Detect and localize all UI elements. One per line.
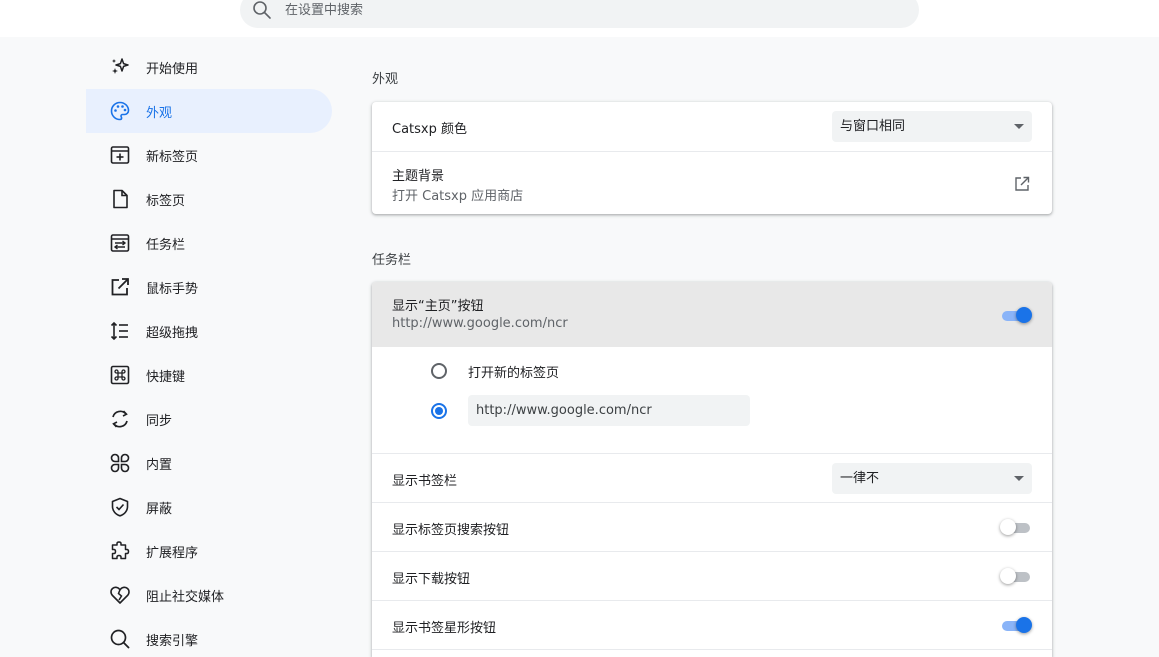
sidebar-item-new-tab-page[interactable]: 新标签页 [86,133,332,177]
shortcut-icon [109,364,131,386]
sidebar-item-label: 鼠标手势 [146,281,199,297]
search-icon [109,628,131,650]
appearance-card: Catsxp 颜色 与窗口相同 主题背景 打开 Catsxp 应用商店 [372,102,1052,214]
bookmarks-bar-select[interactable]: 一律不 [832,463,1032,494]
search-icon [252,0,272,20]
sync-icon [109,408,131,430]
toolbar-card: 显示“主页”按钮 http://www.google.com/ncr 打开新的标… [372,282,1052,657]
sidebar-item-label: 开始使用 [146,61,199,77]
next-row-partial [372,649,1052,657]
appearance-section-title: 外观 [372,72,399,87]
catsxp-color-row: Catsxp 颜色 与窗口相同 [372,102,1052,151]
toolbar-icon [109,232,131,254]
chevron-down-icon [1014,476,1024,481]
sidebar-item-label: 阻止社交媒体 [146,589,225,605]
sidebar-item-mouse-gestures[interactable]: 鼠标手势 [86,265,332,309]
sidebar-item-shortcuts[interactable]: 快捷键 [86,353,332,397]
bookmarks-bar-row: 显示书签栏 一律不 [372,453,1052,502]
sidebar-item-super-drag[interactable]: 超级拖拽 [86,309,332,353]
sidebar-item-label: 任务栏 [146,237,186,253]
sidebar-item-toolbar[interactable]: 任务栏 [86,221,332,265]
top-bar [0,0,1159,37]
radio-custom-url[interactable] [431,403,447,419]
radio-new-tab-label: 打开新的标签页 [468,366,560,381]
home-button-row[interactable]: 显示“主页”按钮 http://www.google.com/ncr [372,282,1052,347]
sidebar-item-label: 扩展程序 [146,545,199,561]
sparkle-icon [109,56,131,78]
tab-search-toggle[interactable] [1000,518,1032,536]
bookmark-star-label: 显示书签星形按钮 [392,621,497,636]
sidebar-item-block-social-media[interactable]: 阻止社交媒体 [86,573,332,617]
radio-new-tab[interactable] [431,363,447,379]
sidebar-item-shields[interactable]: 屏蔽 [86,485,332,529]
open-external-icon[interactable] [1014,176,1030,192]
mouse-gesture-icon [109,276,131,298]
tab-search-row[interactable]: 显示标签页搜索按钮 [372,502,1052,551]
bookmark-star-toggle[interactable] [1000,616,1032,634]
home-url-input[interactable] [468,395,750,426]
theme-sublabel: 打开 Catsxp 应用商店 [392,189,524,204]
sidebar-item-label: 同步 [146,413,173,429]
new-tab-icon [109,144,131,166]
sidebar-item-label: 搜索引擎 [146,633,199,649]
search-input[interactable] [285,0,885,20]
bookmarks-bar-label: 显示书签栏 [392,474,458,489]
sidebar-item-sync[interactable]: 同步 [86,397,332,441]
sidebar-item-appearance[interactable]: 外观 [86,89,332,133]
toolbar-section-title: 任务栏 [372,253,412,268]
sidebar-item-label: 超级拖拽 [146,325,199,341]
settings-sidebar: 开始使用 外观 新标签页 标签页 任务栏 鼠标手势 超级拖拽 快捷键 同步 内置… [86,45,332,657]
bookmark-star-row[interactable]: 显示书签星形按钮 [372,600,1052,649]
settings-search-box[interactable] [240,0,919,28]
sidebar-item-label: 内置 [146,457,173,473]
sidebar-item-label: 屏蔽 [146,501,173,517]
bookmarks-bar-value: 一律不 [840,471,880,486]
sidebar-item-label: 外观 [146,105,173,121]
sidebar-item-extensions[interactable]: 扩展程序 [86,529,332,573]
theme-row[interactable]: 主题背景 打开 Catsxp 应用商店 [372,151,1052,214]
catsxp-color-label: Catsxp 颜色 [392,122,467,137]
sidebar-item-builtin[interactable]: 内置 [86,441,332,485]
sidebar-item-label: 新标签页 [146,149,199,165]
sidebar-item-get-started[interactable]: 开始使用 [86,45,332,89]
builtin-icon [109,452,131,474]
palette-icon [109,100,131,122]
download-button-row[interactable]: 显示下载按钮 [372,551,1052,600]
extension-icon [109,540,131,562]
tab-search-label: 显示标签页搜索按钮 [392,523,510,538]
sidebar-item-tabs[interactable]: 标签页 [86,177,332,221]
broken-heart-icon [109,584,131,606]
super-drag-icon [109,320,131,342]
home-button-toggle[interactable] [1000,306,1032,324]
sidebar-item-search-engine[interactable]: 搜索引擎 [86,617,332,657]
download-button-label: 显示下载按钮 [392,572,471,587]
catsxp-color-value: 与窗口相同 [840,119,906,134]
tab-page-icon [109,188,131,210]
home-button-label: 显示“主页”按钮 [392,299,484,314]
shield-icon [109,496,131,518]
sidebar-item-label: 标签页 [146,193,186,209]
home-button-url: http://www.google.com/ncr [392,316,568,331]
catsxp-color-select[interactable]: 与窗口相同 [832,111,1032,142]
download-button-toggle[interactable] [1000,567,1032,585]
home-options-row: 打开新的标签页 [372,347,1052,453]
sidebar-item-label: 快捷键 [146,369,186,385]
chevron-down-icon [1014,124,1024,129]
theme-label: 主题背景 [392,169,445,184]
